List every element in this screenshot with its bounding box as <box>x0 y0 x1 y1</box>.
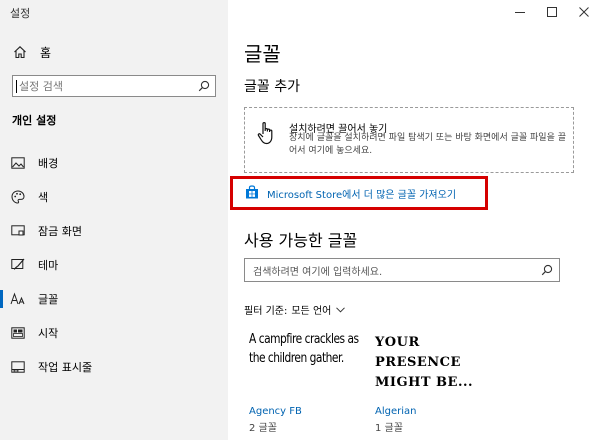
font-icon <box>10 291 26 307</box>
page-title: 글꼴 <box>244 42 281 66</box>
add-fonts-title: 글꼴 추가 <box>244 79 300 95</box>
font-search-placeholder: 검색하려면 여기에 입력하세요. <box>253 266 383 278</box>
sidebar-item-background[interactable]: 배경 <box>0 146 228 180</box>
lock-screen-icon <box>10 223 26 239</box>
sidebar-item-taskbar[interactable]: 작업 표시줄 <box>0 350 228 384</box>
microsoft-store-link[interactable]: Microsoft Store에서 더 많은 글꼴 가져오기 <box>230 176 488 210</box>
maximize-button[interactable] <box>536 0 568 24</box>
minimize-icon <box>515 12 525 13</box>
sidebar-item-start[interactable]: 시작 <box>0 316 228 350</box>
start-icon <box>10 325 26 341</box>
home-icon <box>12 44 28 60</box>
store-link-label: Microsoft Store에서 더 많은 글꼴 가져오기 <box>267 189 457 201</box>
font-preview: YOUR PRESENCE MIGHT BE... <box>375 335 474 390</box>
sidebar-item-label: 작업 표시줄 <box>38 361 93 374</box>
chevron-down-icon <box>336 306 346 313</box>
language-filter[interactable]: 필터 기준: 모든 언어 <box>244 302 346 317</box>
settings-search-placeholder: 설정 검색 <box>19 80 63 93</box>
font-count: 2 글꼴 <box>249 423 277 434</box>
section-title-personalization: 개인 설정 <box>12 114 57 127</box>
maximize-icon <box>547 7 557 17</box>
picture-icon <box>10 155 26 171</box>
sidebar-item-label: 잠금 화면 <box>38 225 82 238</box>
minimize-button[interactable] <box>504 0 536 24</box>
filter-value: 모든 언어 <box>291 306 332 317</box>
sidebar: 설정 홈 설정 검색 개인 설정 배경 색 잠금 화면 테마 글꼴 시작 작업 … <box>0 0 228 440</box>
sidebar-item-lock-screen[interactable]: 잠금 화면 <box>0 214 228 248</box>
sidebar-item-color[interactable]: 색 <box>0 180 228 214</box>
window-controls <box>504 0 600 24</box>
sidebar-item-label: 시작 <box>38 327 59 340</box>
font-card-algerian[interactable]: YOUR PRESENCE MIGHT BE... Algerian 1 글꼴 <box>375 330 495 434</box>
brush-icon <box>10 257 26 273</box>
filter-label: 필터 기준: <box>244 306 288 317</box>
window-title: 설정 <box>10 7 31 20</box>
palette-icon <box>10 189 26 205</box>
home-button[interactable]: 홈 <box>0 40 228 64</box>
sidebar-item-theme[interactable]: 테마 <box>0 248 228 282</box>
font-name: Agency FB <box>249 406 302 417</box>
settings-search-input[interactable]: 설정 검색 <box>12 75 216 97</box>
taskbar-icon <box>10 359 26 375</box>
sidebar-item-label: 배경 <box>38 157 59 170</box>
sidebar-item-label: 글꼴 <box>38 293 59 306</box>
hand-pointer-icon <box>255 120 279 146</box>
text-caret <box>16 79 17 93</box>
sidebar-nav: 배경 색 잠금 화면 테마 글꼴 시작 작업 표시줄 <box>0 146 228 384</box>
close-icon <box>579 7 589 17</box>
active-indicator <box>0 290 3 308</box>
store-bag-icon <box>245 184 259 203</box>
available-fonts-title: 사용 가능한 글꼴 <box>244 231 358 250</box>
font-search-input[interactable]: 검색하려면 여기에 입력하세요. <box>244 258 560 282</box>
font-drop-zone[interactable]: 설치하려면 끌어서 놓기 장치에 글꼴을 설치하려면 파일 탐색기 또는 바탕 … <box>244 107 574 173</box>
font-preview: A campfire crackles as the children gath… <box>249 332 359 366</box>
sidebar-item-fonts[interactable]: 글꼴 <box>0 282 228 316</box>
font-count: 1 글꼴 <box>375 423 403 434</box>
sidebar-item-label: 테마 <box>38 259 59 272</box>
sidebar-item-label: 색 <box>38 191 49 204</box>
drop-zone-description: 장치에 글꼴을 설치하려면 파일 탐색기 또는 바탕 화면에서 글꼴 파일을 끌… <box>289 133 567 156</box>
search-icon[interactable] <box>193 76 215 96</box>
close-button[interactable] <box>568 0 600 24</box>
font-name: Algerian <box>375 406 417 417</box>
home-label: 홈 <box>40 45 52 60</box>
search-icon[interactable] <box>535 259 559 281</box>
font-card-agency-fb[interactable]: A campfire crackles as the children gath… <box>249 330 369 434</box>
